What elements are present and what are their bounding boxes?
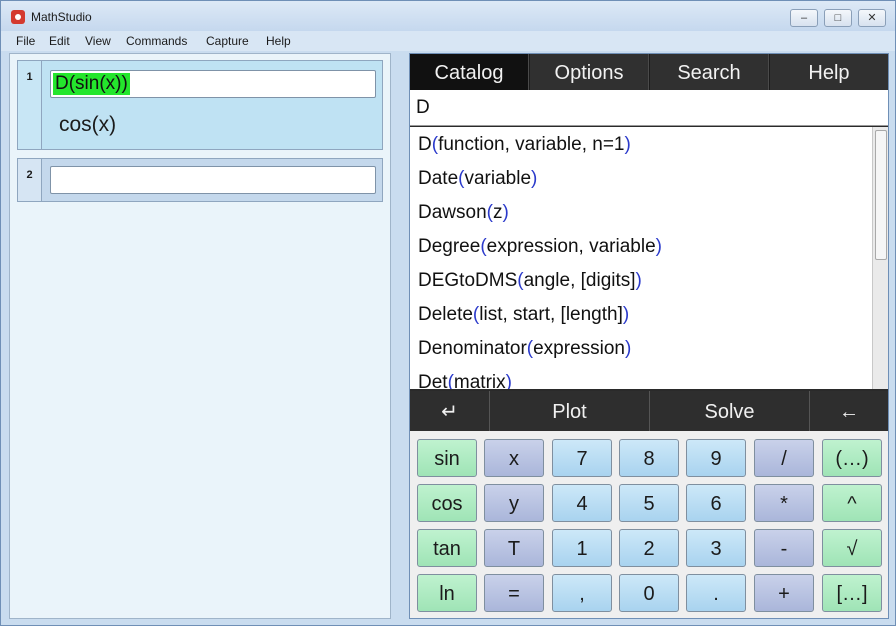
catalog-item-name: Degree (418, 236, 481, 257)
key-r3-c3[interactable]: 0 (619, 574, 679, 612)
notebook-cell-2[interactable]: 2 (17, 158, 383, 202)
key-r1-c1[interactable]: y (484, 484, 544, 522)
notebook-cell-1[interactable]: 1 D(sin(x)) cos(x) (17, 60, 383, 150)
key-r2-c1[interactable]: T (484, 529, 544, 567)
menu-commands[interactable]: Commands (126, 34, 187, 48)
catalog-item-name: Det (418, 372, 448, 389)
cell-input[interactable]: D(sin(x)) (50, 70, 376, 98)
cell-input[interactable] (50, 166, 376, 194)
close-paren: ) (502, 202, 509, 223)
tab-bar: Catalog Options Search Help (410, 54, 888, 90)
close-button[interactable]: ✕ (858, 9, 886, 27)
key-r3-c2[interactable]: , (552, 574, 612, 612)
catalog-item-name: Delete (418, 304, 473, 325)
key-r2-c2[interactable]: 1 (552, 529, 612, 567)
close-paren: ) (655, 236, 662, 257)
catalog-item[interactable]: D(function, variable, n=1) (410, 127, 872, 161)
mathstudio-logo-icon (11, 10, 25, 24)
enter-button[interactable]: ↵ (410, 391, 490, 431)
catalog-item[interactable]: Det(matrix) (410, 365, 872, 389)
key-r3-c4[interactable]: . (686, 574, 746, 612)
key-r3-c5[interactable]: + (754, 574, 814, 612)
key-r3-c1[interactable]: = (484, 574, 544, 612)
catalog-item[interactable]: Degree(expression, variable) (410, 229, 872, 263)
close-paren: ) (635, 270, 642, 291)
catalog-item[interactable]: Delete(list, start, [length]) (410, 297, 872, 331)
close-paren: ) (505, 372, 512, 389)
close-paren: ) (622, 304, 630, 325)
backspace-button[interactable]: ← (810, 391, 888, 431)
catalog-item-args: expression (533, 338, 625, 359)
menu-capture[interactable]: Capture (206, 34, 249, 48)
key-r2-c4[interactable]: 3 (686, 529, 746, 567)
menu-file[interactable]: File (16, 34, 35, 48)
tools-pane: Catalog Options Search Help D D(function… (409, 53, 889, 619)
tab-search[interactable]: Search (650, 54, 769, 90)
catalog-item-args: list, start, [length] (479, 304, 623, 325)
key-r1-c6[interactable]: ^ (822, 484, 882, 522)
action-bar: ↵ Plot Solve ← (410, 391, 888, 431)
tab-catalog[interactable]: Catalog (410, 54, 529, 90)
key-r2-c5[interactable]: - (754, 529, 814, 567)
catalog-item[interactable]: Date(variable) (410, 161, 872, 195)
scrollbar-thumb[interactable] (875, 130, 887, 260)
key-r0-c0[interactable]: sin (417, 439, 477, 477)
catalog-item-args: function, variable, n=1 (438, 134, 625, 155)
key-r1-c3[interactable]: 5 (619, 484, 679, 522)
cell-number: 2 (18, 159, 42, 201)
catalog-item-name: Date (418, 168, 459, 189)
catalog-item[interactable]: DEGtoDMS(angle, [digits]) (410, 263, 872, 297)
key-r1-c0[interactable]: cos (417, 484, 477, 522)
solve-button[interactable]: Solve (650, 391, 810, 431)
catalog-search-input[interactable]: D (410, 90, 888, 126)
catalog-scrollbar[interactable] (872, 127, 888, 389)
tab-help[interactable]: Help (770, 54, 888, 90)
catalog-list: D(function, variable, n=1) Date(variable)… (410, 127, 872, 389)
key-r0-c1[interactable]: x (484, 439, 544, 477)
tab-options[interactable]: Options (530, 54, 649, 90)
key-r2-c3[interactable]: 2 (619, 529, 679, 567)
cell-expression: D(sin(x)) (53, 73, 130, 95)
menu-edit[interactable]: Edit (49, 34, 70, 48)
catalog-item-args: variable (464, 168, 532, 189)
catalog-item-args: expression, variable (486, 236, 656, 257)
minimize-button[interactable]: – (790, 9, 818, 27)
maximize-button[interactable]: □ (824, 9, 852, 27)
close-paren: ) (624, 134, 631, 155)
key-r3-c6[interactable]: […] (822, 574, 882, 612)
key-r2-c0[interactable]: tan (417, 529, 477, 567)
app-window: MathStudio – □ ✕ File Edit View Commands… (0, 0, 896, 626)
menu-bar: File Edit View Commands Capture Help (1, 31, 895, 51)
cell-number: 1 (18, 61, 42, 149)
key-r0-c6[interactable]: (…) (822, 439, 882, 477)
plot-button[interactable]: Plot (490, 391, 650, 431)
catalog-item-name: DEGtoDMS (418, 270, 518, 291)
key-r1-c5[interactable]: * (754, 484, 814, 522)
keypad: sin x 7 8 9/(…) cos y 4 5 6 * ^ tan T 1 2 3- √ ln =, 0. + […] (410, 431, 888, 618)
key-r3-c0[interactable]: ln (417, 574, 477, 612)
catalog-item[interactable]: Dawson(z) (410, 195, 872, 229)
catalog-item-name: D (418, 134, 432, 155)
cell-result: cos(x) (59, 113, 117, 136)
menu-view[interactable]: View (85, 34, 111, 48)
title-bar: MathStudio – □ ✕ (1, 1, 895, 31)
key-r1-c2[interactable]: 4 (552, 484, 612, 522)
key-r0-c5[interactable]: / (754, 439, 814, 477)
catalog-item-name: Dawson (418, 202, 487, 223)
key-r2-c6[interactable]: √ (822, 529, 882, 567)
notebook-pane: 1 D(sin(x)) cos(x) 2 (9, 53, 391, 619)
window-title: MathStudio (31, 10, 92, 24)
key-r1-c4[interactable]: 6 (686, 484, 746, 522)
key-r0-c2[interactable]: 7 (552, 439, 612, 477)
key-r0-c3[interactable]: 8 (619, 439, 679, 477)
catalog-item-name: Denominator (418, 338, 527, 359)
menu-help[interactable]: Help (266, 34, 291, 48)
close-paren: ) (531, 168, 538, 189)
key-r0-c4[interactable]: 9 (686, 439, 746, 477)
catalog-item[interactable]: Denominator(expression) (410, 331, 872, 365)
close-paren: ) (625, 338, 632, 359)
catalog-item-args: angle, [digits] (523, 270, 636, 291)
catalog-item-args: matrix (453, 372, 506, 389)
